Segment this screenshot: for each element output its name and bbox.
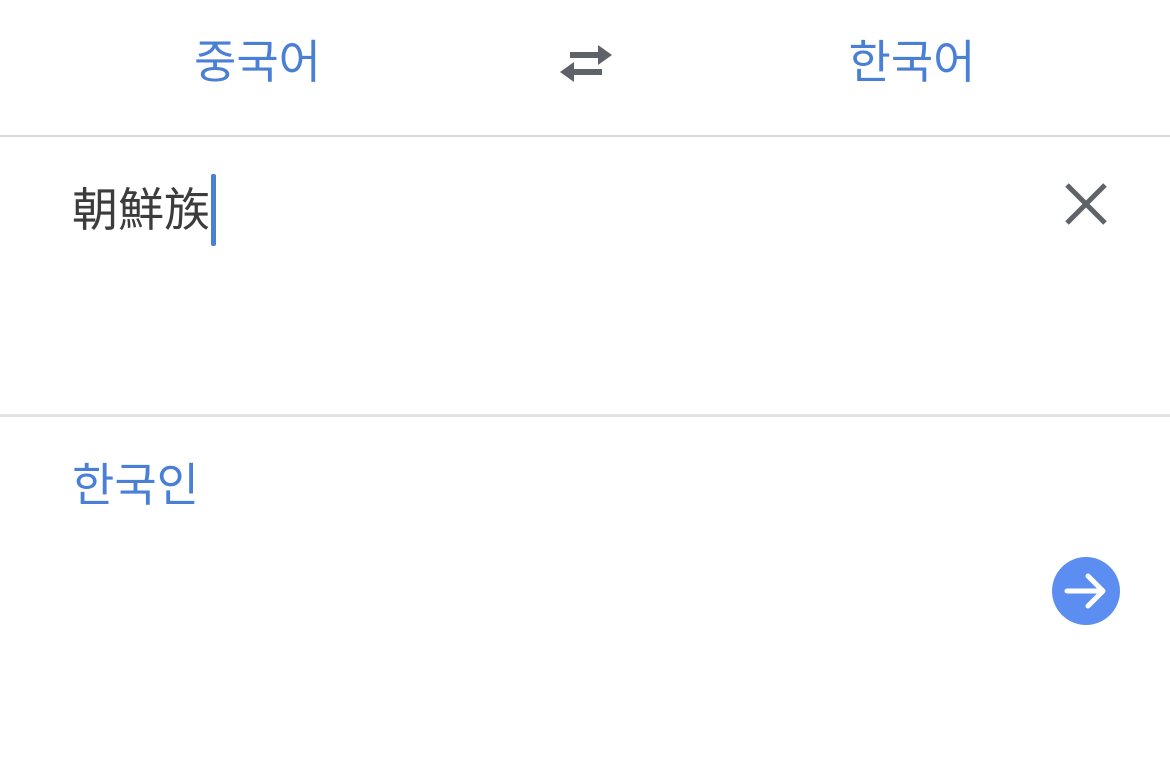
close-icon [1065, 183, 1107, 225]
target-language-button[interactable]: 한국어 [832, 30, 992, 94]
text-caret [211, 173, 216, 246]
source-text: 朝鮮族 [72, 183, 210, 237]
translation-result-text[interactable]: 한국인 [72, 453, 199, 517]
translation-result-area: 한국인 [0, 417, 1170, 762]
source-input-area[interactable]: 朝鮮族 [0, 137, 1170, 417]
translate-app: 중국어 한국어 朝鮮族 한국인 [0, 0, 1170, 762]
arrow-right-icon [1064, 573, 1106, 609]
swap-arrows-icon [560, 45, 612, 82]
swap-languages-button[interactable] [552, 38, 618, 94]
go-button[interactable] [1052, 557, 1120, 625]
source-language-button[interactable]: 중국어 [175, 30, 340, 94]
language-bar: 중국어 한국어 [0, 0, 1170, 137]
clear-input-button[interactable] [1055, 175, 1117, 237]
source-text-input[interactable]: 朝鮮族 [72, 173, 216, 246]
